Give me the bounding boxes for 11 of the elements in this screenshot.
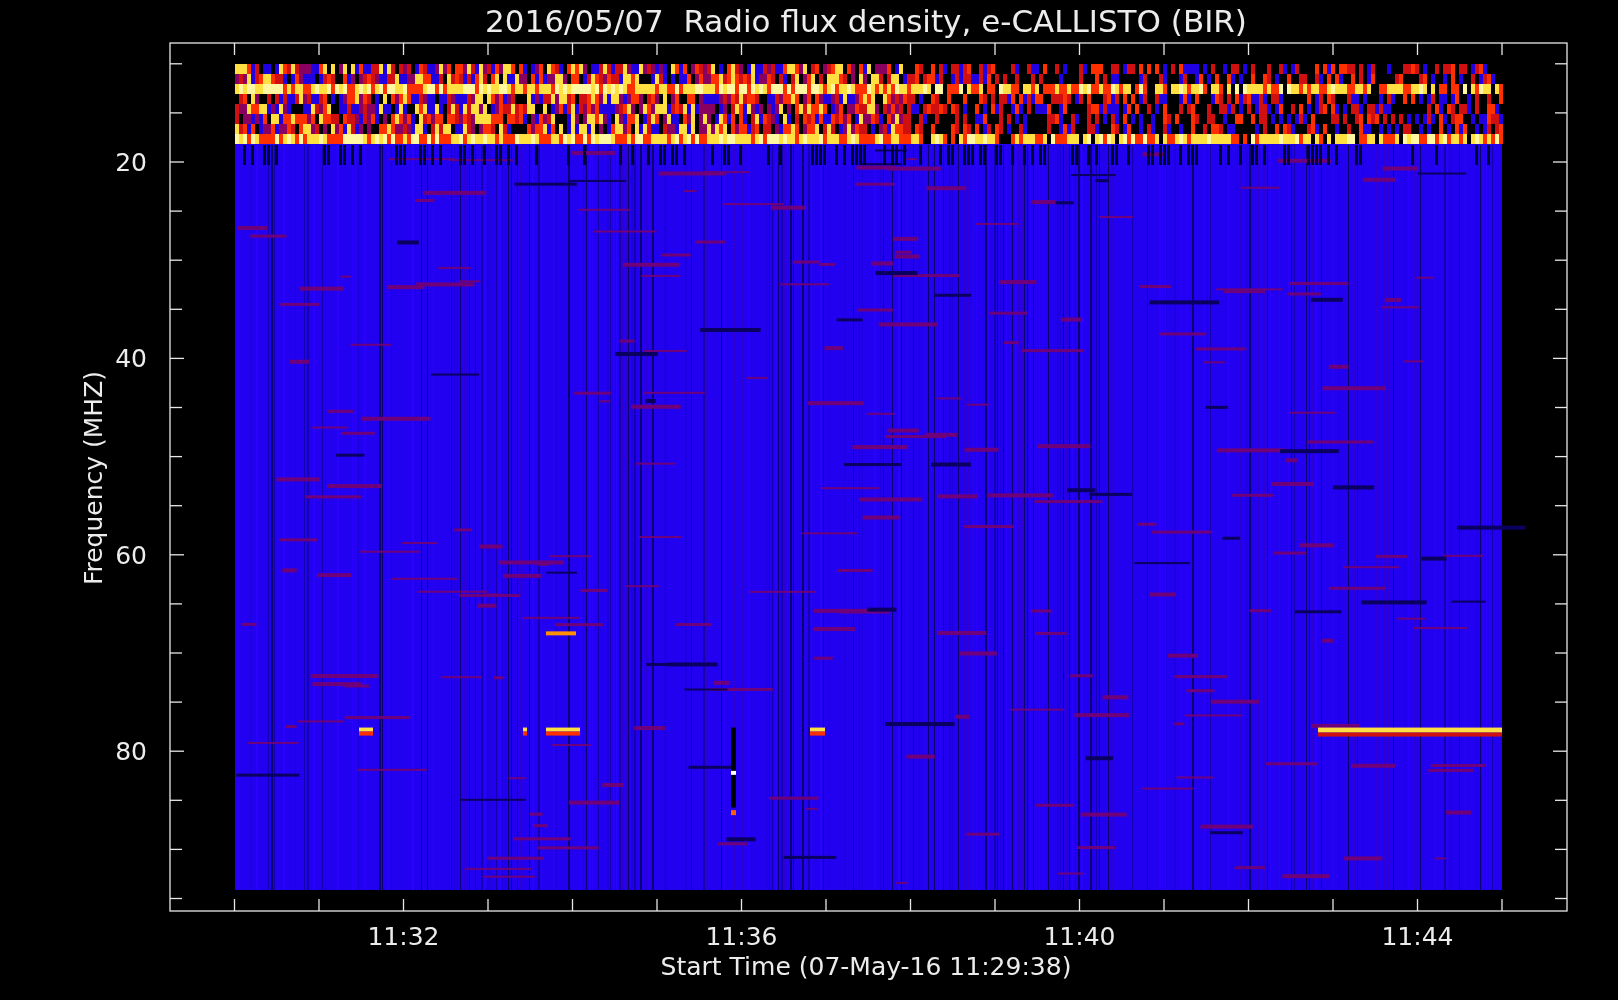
tick-label: 20 [115, 148, 147, 177]
tick-label: 11:36 [705, 922, 778, 951]
chart-title: 2016/05/07 Radio flux density, e-CALLISTO (BIR) [485, 3, 1247, 39]
tick-label: 80 [115, 737, 147, 767]
axis-title: Start Time (07-May-16 11:29:38) [660, 952, 1072, 981]
tick-label: 11:32 [367, 922, 440, 951]
tick-label: 40 [115, 344, 147, 374]
tick-label: 11:44 [1381, 922, 1454, 951]
axis-title: Frequency (MHZ) [79, 370, 108, 586]
tick-label: 60 [115, 540, 147, 570]
tick-label: 11:40 [1043, 922, 1116, 951]
